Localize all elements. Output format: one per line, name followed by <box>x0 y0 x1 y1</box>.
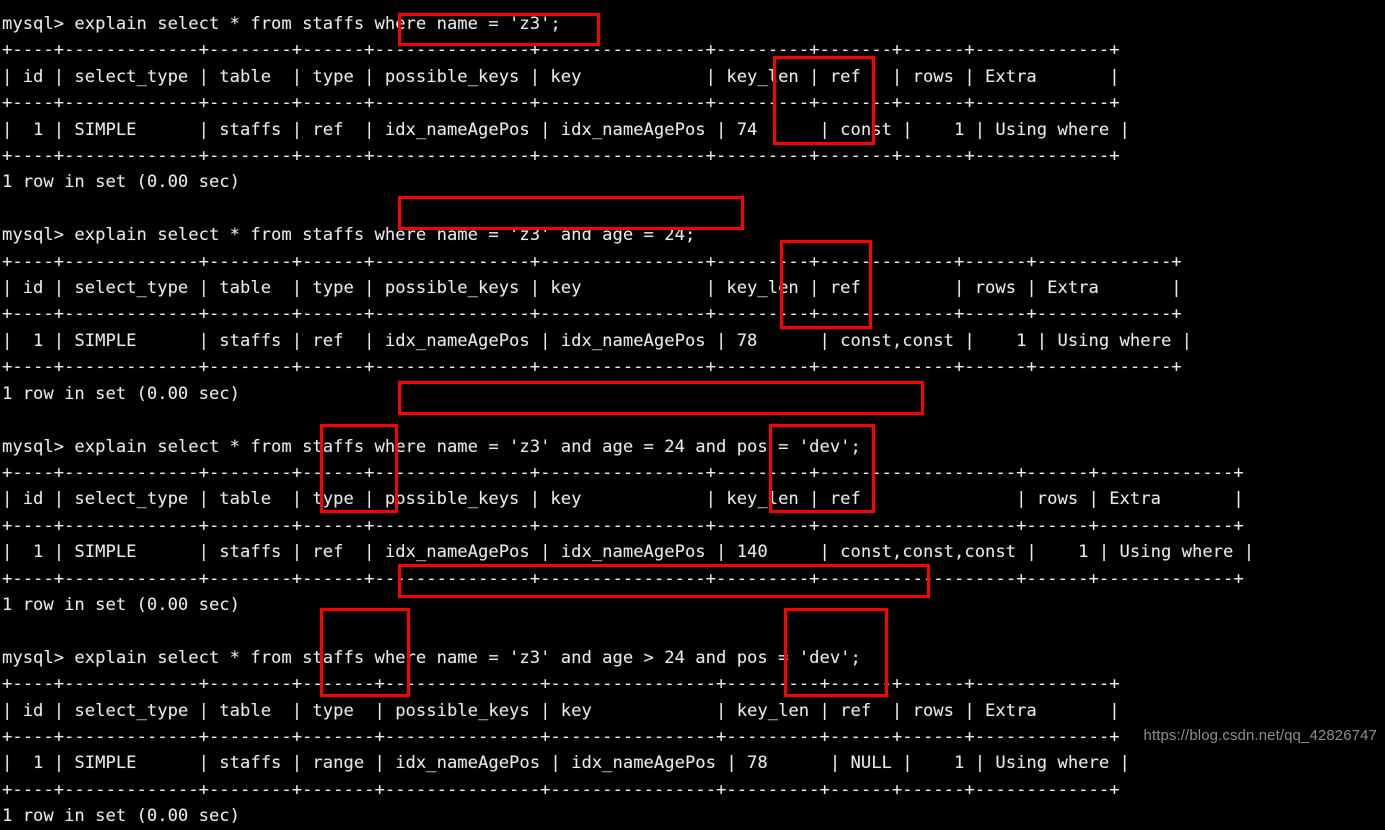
terminal-window: mysql> explain select * from staffs wher… <box>0 0 1385 826</box>
terminal-output: mysql> explain select * from staffs wher… <box>2 14 1255 827</box>
watermark-text: https://blog.csdn.net/qq_42826747 <box>1143 727 1377 744</box>
